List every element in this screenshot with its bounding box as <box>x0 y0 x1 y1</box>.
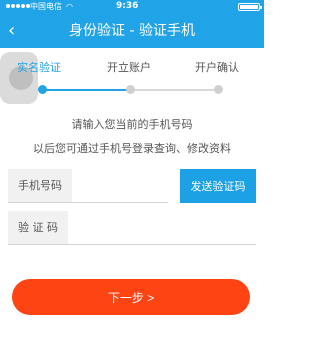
status-bar: 中国电信 ◠ 9:36 <box>0 0 264 13</box>
signal-icon <box>6 4 30 8</box>
code-row: 验 证 码 <box>8 211 256 245</box>
phone-underline <box>8 202 168 203</box>
step-label-open-account: 开立账户 <box>107 61 151 74</box>
step-dot-2 <box>126 85 135 94</box>
step-dot-1 <box>38 85 47 94</box>
code-input[interactable] <box>78 211 248 245</box>
page-title: 身份验证 - 验证手机 <box>69 23 195 39</box>
code-label: 验 证 码 <box>8 211 68 245</box>
step-dot-3 <box>214 85 223 94</box>
hint-line-1: 请输入您当前的手机号码 <box>71 118 193 131</box>
carrier-label: 中国电信 <box>30 2 62 11</box>
progress-fill <box>42 89 128 91</box>
next-step-button[interactable]: 下一步 > <box>12 279 250 315</box>
battery-icon <box>238 3 262 11</box>
send-code-button[interactable]: 发送验证码 <box>180 169 256 203</box>
phone-label: 手机号码 <box>8 169 72 203</box>
top-bar: 中国电信 ◠ 9:36 ‹ 身份验证 - 验证手机 <box>0 0 264 48</box>
step-label-confirm: 开户确认 <box>195 61 239 74</box>
status-time: 9:36 <box>116 1 139 11</box>
phone-row: 手机号码 发送验证码 <box>8 169 256 203</box>
phone-input[interactable] <box>78 169 168 203</box>
code-underline <box>8 244 256 245</box>
step-label-verify: 实名验证 <box>17 61 61 74</box>
wifi-icon: ◠ <box>66 2 73 11</box>
hint-line-2: 以后您可通过手机号登录查询、修改资料 <box>33 142 231 155</box>
